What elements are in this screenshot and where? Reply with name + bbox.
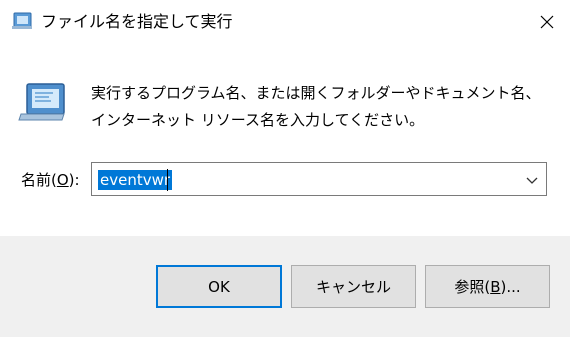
close-icon	[540, 14, 554, 33]
browse-button-accelerator: B	[490, 277, 501, 296]
dropdown-button[interactable]	[518, 163, 546, 195]
open-label: 名前(O):	[21, 170, 80, 190]
ok-button[interactable]: OK	[156, 265, 282, 308]
browse-button-prefix: 参照(	[454, 278, 491, 296]
open-label-prefix: 名前(	[21, 171, 57, 189]
open-input[interactable]: eventvwr	[98, 170, 173, 190]
title-bar: ファイル名を指定して実行	[0, 0, 570, 46]
run-icon	[11, 11, 33, 31]
run-icon	[18, 80, 68, 124]
open-combobox[interactable]: eventvwr	[91, 162, 547, 196]
open-label-suffix: ):	[68, 171, 80, 189]
chevron-down-icon	[526, 170, 538, 189]
close-button[interactable]	[524, 0, 570, 46]
browse-button[interactable]: 参照(B)...	[425, 265, 550, 308]
browse-button-suffix: )...	[500, 277, 521, 296]
instruction-text: 実行するプログラム名、または開くフォルダーやドキュメント名、インターネット リソ…	[91, 84, 541, 129]
ok-button-label: OK	[208, 277, 230, 296]
cancel-button-label: キャンセル	[315, 278, 391, 296]
cancel-button[interactable]: キャンセル	[291, 265, 416, 308]
text-caret	[167, 169, 168, 191]
open-label-accelerator: O	[56, 171, 69, 189]
window-title: ファイル名を指定して実行	[41, 12, 233, 31]
run-dialog: ファイル名を指定して実行 実行するプログラム名、または開くフォルダーやドキュメン…	[0, 0, 570, 337]
